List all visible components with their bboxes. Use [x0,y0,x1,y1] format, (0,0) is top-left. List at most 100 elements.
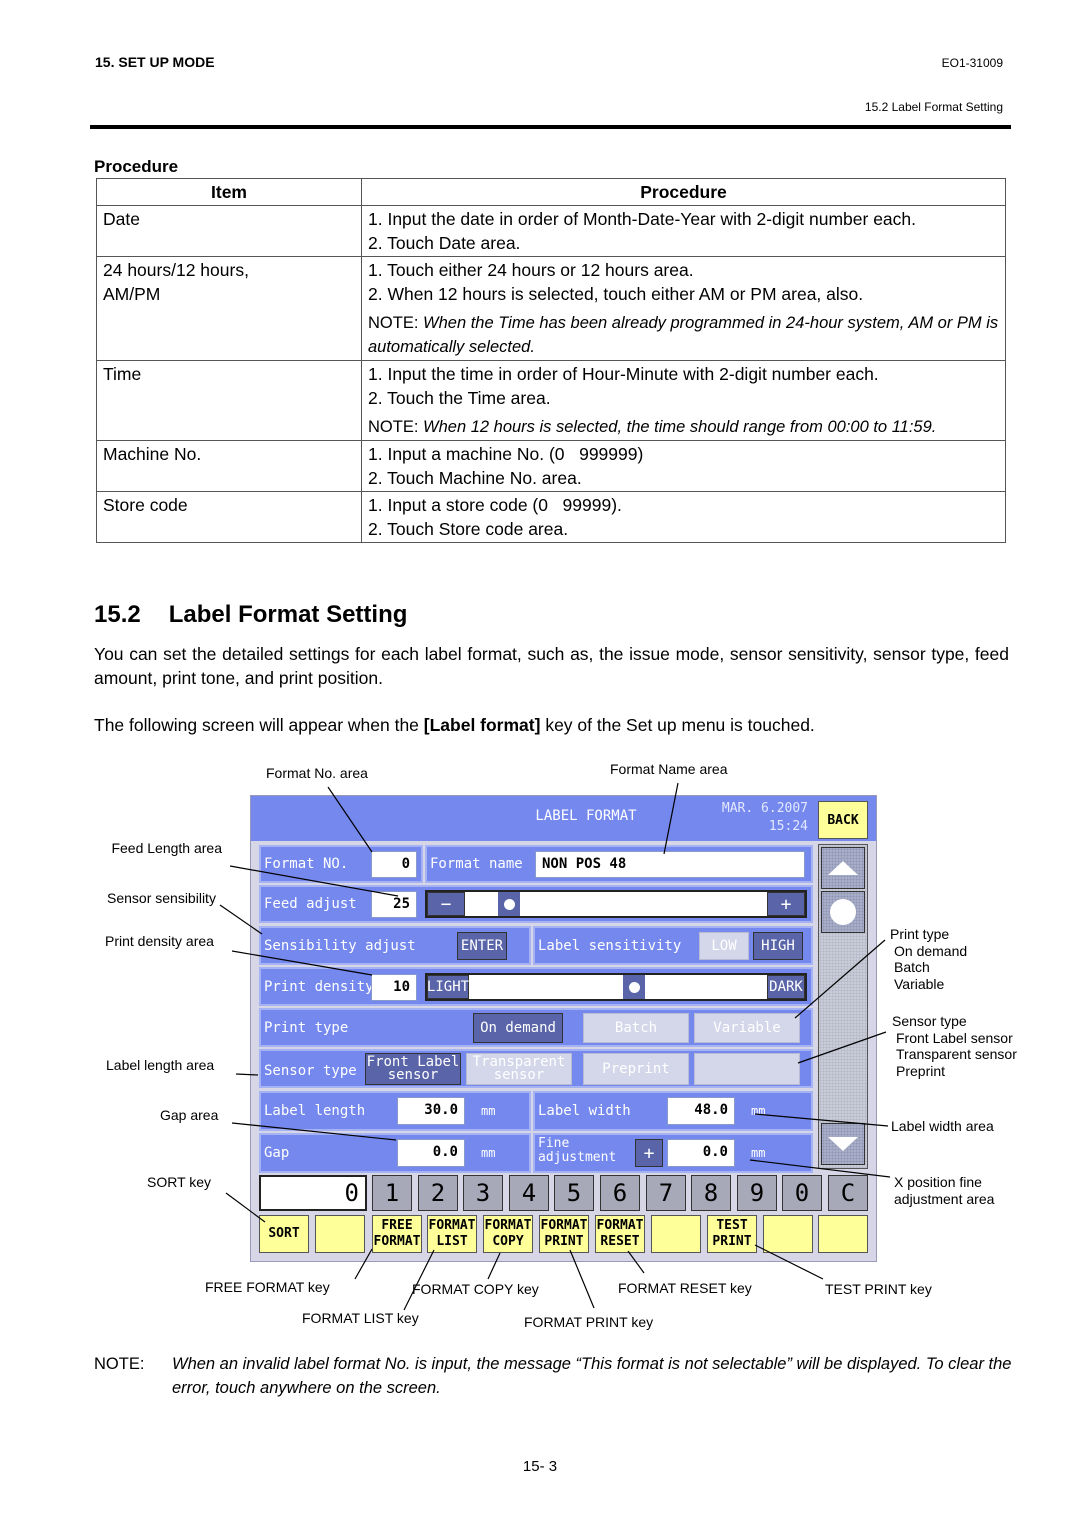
key-label: TEST [716,1218,748,1233]
print-density-field[interactable]: 10 [371,974,417,1001]
row-item: Machine No. [96,440,362,492]
format-print-key[interactable]: FORMAT PRINT [539,1215,589,1253]
callout-sensor-sensibility: Sensor sensibility [107,890,216,906]
step: 2. Touch Machine No. area. [368,468,582,488]
format-list-key[interactable]: FORMAT LIST [427,1215,477,1253]
note-text: When the Time has been already programme… [368,314,999,356]
sensor-type-front-label[interactable]: Front Label sensor [365,1053,461,1085]
step: 1. Touch either 24 hours or 12 hours are… [368,260,694,280]
sensor-type-transparent[interactable]: Transparent sensor [466,1053,572,1085]
callout-gap-area: Gap area [160,1107,219,1123]
print-type-on-demand[interactable]: On demand [473,1013,563,1043]
blank-key[interactable] [651,1215,701,1253]
key-0[interactable]: 0 [782,1175,822,1211]
header-divider [90,125,1011,129]
enter-button[interactable]: ENTER [457,932,507,960]
test-print-key[interactable]: TEST PRINT [707,1215,757,1253]
note-text: When 12 hours is selected, the time shou… [423,418,937,436]
row-procedure: 1. Input a machine No. (0 999999) 2. Tou… [361,440,1006,492]
scroll-thumb[interactable] [821,891,865,933]
key-7[interactable]: 7 [646,1175,686,1211]
sensor-type-preprint[interactable]: Preprint [583,1053,689,1085]
format-no-panel: Format NO. 0 [259,845,423,883]
print-type-variable[interactable]: Variable [694,1013,800,1043]
table-row: Date 1. Input the date in order of Month… [96,205,1006,257]
fine-adjustment-label-line: adjustment [538,1150,617,1165]
callout-free-format-key: FREE FORMAT key [205,1279,330,1295]
blank-key[interactable] [818,1215,868,1253]
step: 2. Touch the Time area. [368,388,551,408]
format-reset-key[interactable]: FORMAT RESET [595,1215,645,1253]
column-header-item: Item [96,178,362,206]
format-no-field[interactable]: 0 [371,851,417,878]
step: 2. Touch Store code area. [368,519,569,539]
callout-title: Sensor type [892,1013,967,1029]
callout-format-copy-key: FORMAT COPY key [412,1281,539,1297]
feed-adjust-slider[interactable]: − + [425,890,807,918]
fine-adjustment-label: Fine adjustment [538,1137,616,1165]
label-format-key-reference: [Label format] [423,715,541,735]
sensibility-adjust-panel: Sensibility adjust ENTER [259,926,531,965]
high-sensitivity-button[interactable]: HIGH [753,932,803,960]
callout-option: Variable [894,975,945,992]
feed-slider-knob[interactable] [498,892,520,916]
key-label: COPY [492,1234,524,1249]
key-2[interactable]: 2 [418,1175,458,1211]
blank-key[interactable] [763,1215,813,1253]
key-6[interactable]: 6 [600,1175,640,1211]
key-9[interactable]: 9 [737,1175,777,1211]
section-title-text: Label Format Setting [168,601,408,628]
back-button[interactable]: BACK [818,801,868,839]
label-sensitivity-label: Label sensitivity [538,938,682,954]
print-type-label: Print type [264,1020,349,1036]
key-label: SORT [268,1226,300,1241]
sort-key[interactable]: SORT [259,1215,309,1253]
dark-button[interactable]: DARK [767,975,805,999]
feed-minus-button[interactable]: − [427,892,465,916]
feed-adjust-field[interactable]: 25 [371,891,417,918]
document-id: EO1-31009 [941,56,1003,70]
screen-date: MAR. 6.2007 [721,801,808,816]
label-width-field[interactable]: 48.0 [667,1097,735,1125]
row-item-text: 24 hours/12 hours, AM/PM [103,260,249,304]
free-format-key[interactable]: FREE FORMAT [372,1215,422,1253]
sensor-type-empty[interactable] [694,1053,800,1085]
callout-test-print-key: TEST PRINT key [825,1281,932,1297]
format-name-field[interactable]: NON POS 48 [535,851,805,878]
print-density-slider[interactable]: LIGHT DARK [425,973,807,1001]
light-button[interactable]: LIGHT [427,975,469,999]
table-row: Store code 1. Input a store code (0 9999… [96,491,1006,543]
fine-adjustment-field[interactable]: 0.0 [667,1139,735,1167]
gap-field[interactable]: 0.0 [397,1139,465,1167]
key-3[interactable]: 3 [463,1175,503,1211]
scroll-up-button[interactable] [821,847,865,889]
key-4[interactable]: 4 [509,1175,549,1211]
callout-option: Preprint [896,1062,946,1079]
row-procedure: 1. Input the time in order of Hour-Minut… [361,360,1006,441]
blank-key[interactable] [315,1215,365,1253]
callout-line: X position fine [894,1174,982,1190]
scroll-down-button[interactable] [821,1123,865,1165]
section-number: 15.2 [94,601,141,628]
callout-feed-length-area: Feed Length area [111,840,222,856]
key-clear[interactable]: C [828,1175,868,1211]
step: 1. Input the date in order of Month-Date… [368,209,917,229]
feed-plus-button[interactable]: + [767,892,805,916]
callout-sort-key: SORT key [147,1174,212,1190]
print-type-panel: Print type On demand Batch Variable [259,1008,813,1047]
low-sensitivity-button[interactable]: LOW [699,932,749,960]
key-label: PRINT [712,1234,752,1249]
scrollbar[interactable] [818,844,868,1169]
key-label: FORMAT [373,1234,421,1249]
key-5[interactable]: 5 [554,1175,594,1211]
note-label: NOTE [368,314,414,332]
instruction-paragraph: The following screen will appear when th… [94,713,1009,737]
fine-adjust-plus-button[interactable]: + [635,1139,663,1167]
key-label: PRINT [544,1234,584,1249]
key-1[interactable]: 1 [372,1175,412,1211]
label-length-field[interactable]: 30.0 [397,1097,465,1125]
density-slider-knob[interactable] [623,975,645,999]
format-copy-key[interactable]: FORMAT COPY [483,1215,533,1253]
key-8[interactable]: 8 [691,1175,731,1211]
print-type-batch[interactable]: Batch [583,1013,689,1043]
